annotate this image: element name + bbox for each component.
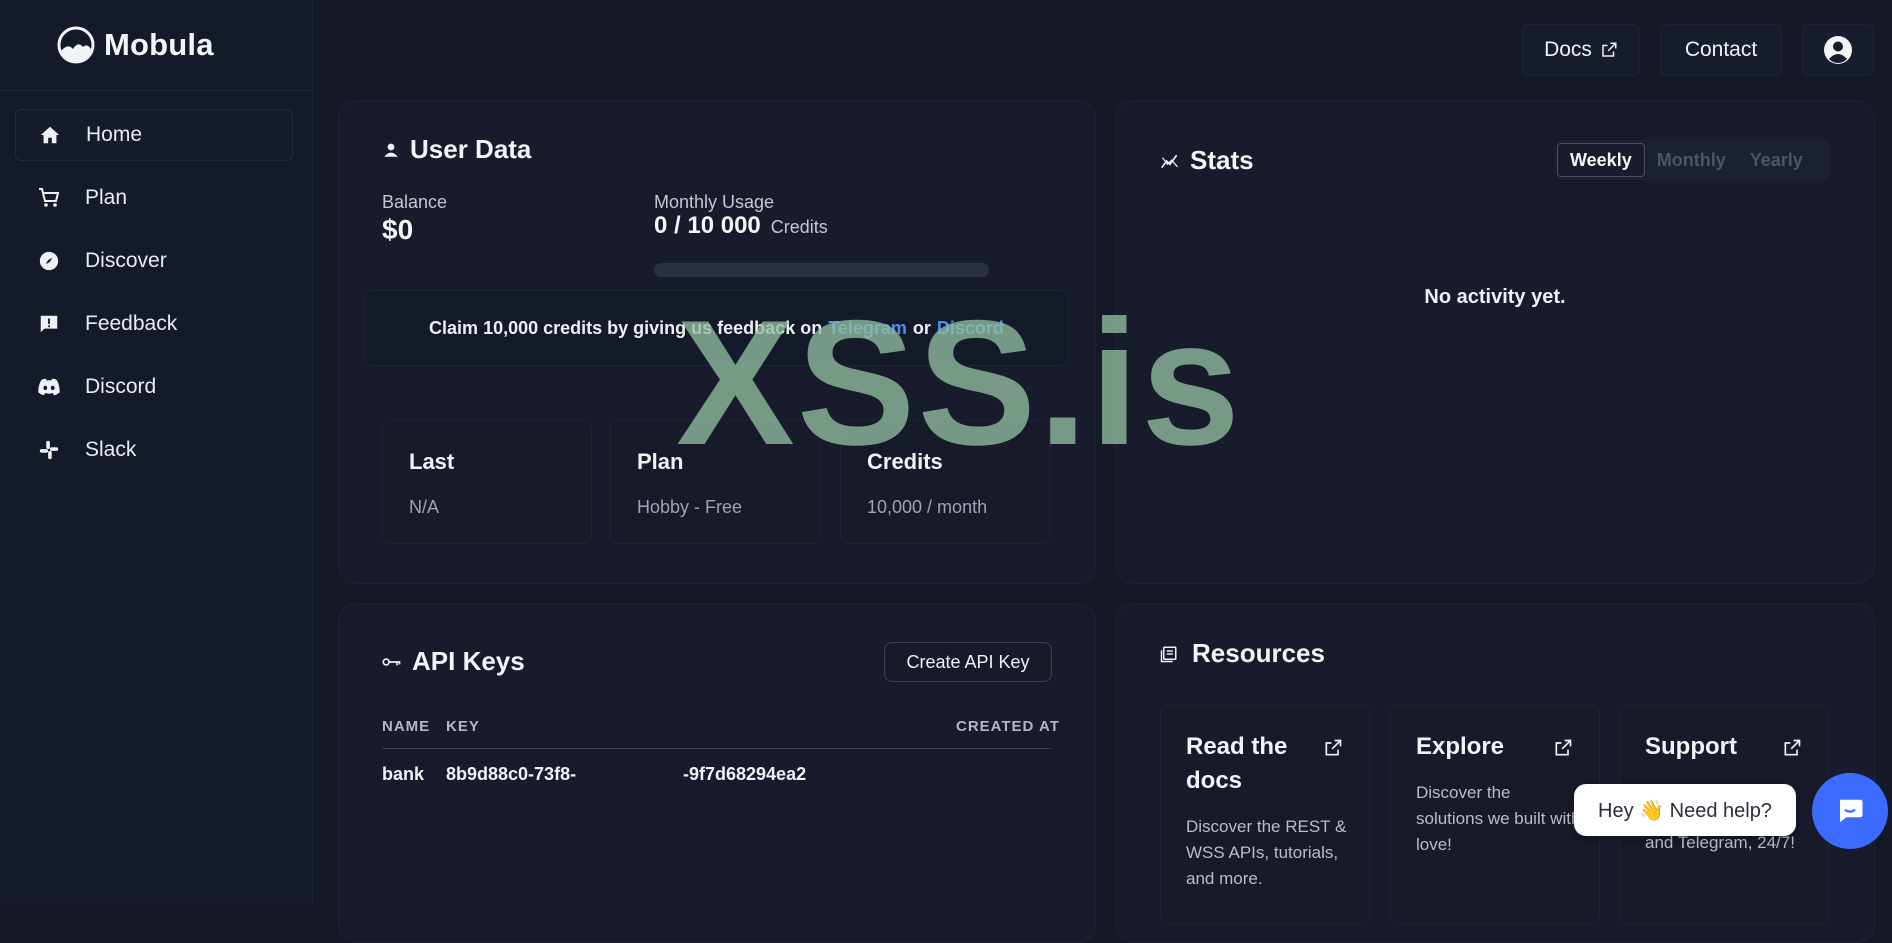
sidebar-item-label: Plan xyxy=(85,186,128,209)
slack-icon xyxy=(37,438,61,462)
balance-label: Balance xyxy=(382,192,448,212)
api-keys-title: API Keys xyxy=(382,646,525,677)
sidebar-item-label: Discord xyxy=(85,375,157,398)
person-icon xyxy=(384,143,398,157)
user-data-title: User Data xyxy=(382,134,531,165)
stat-box-value: N/A xyxy=(409,497,440,517)
usage-label: Monthly Usage xyxy=(654,192,775,212)
table-divider xyxy=(382,748,1052,749)
resource-description: Discover the REST & WSS APIs, tutorials,… xyxy=(1186,817,1347,888)
resource-description: Discover the solutions we built with lov… xyxy=(1416,783,1581,854)
usage-row: 0 / 10 000 Credits xyxy=(654,212,828,240)
sidebar-item-discover[interactable]: Discover xyxy=(15,235,293,287)
api-key-start-cell[interactable]: 8b9d88c0-73f8- xyxy=(446,764,576,785)
sidebar-item-label: Slack xyxy=(85,438,137,461)
sidebar-item-label: Home xyxy=(86,123,143,146)
compass-icon xyxy=(37,249,61,273)
tab-monthly[interactable]: Monthly xyxy=(1645,144,1738,176)
resource-explore[interactable]: Explore Discover the solutions we built … xyxy=(1390,705,1600,925)
usage-progress-bar xyxy=(654,263,989,277)
api-key-name-cell: bank xyxy=(382,764,425,784)
mobula-logo-icon xyxy=(57,26,95,64)
user-data-title-text: User Data xyxy=(410,134,532,164)
sidebar-item-label: Feedback xyxy=(85,312,178,335)
resource-title: Support xyxy=(1645,733,1737,760)
chat-greeting-bubble[interactable]: Hey 👋 Need help? xyxy=(1574,784,1796,836)
chart-line-icon xyxy=(1161,154,1178,168)
resource-read-docs[interactable]: Read the docs Discover the REST & WSS AP… xyxy=(1160,705,1370,925)
key-icon xyxy=(382,657,401,666)
watermark: XSS.is xyxy=(676,283,1243,482)
stat-box-value: Hobby - Free xyxy=(637,497,743,517)
stat-box-last: Last N/A xyxy=(382,420,592,544)
feedback-icon xyxy=(37,312,61,336)
tab-weekly[interactable]: Weekly xyxy=(1557,143,1645,177)
contact-button[interactable]: Contact xyxy=(1660,24,1782,76)
sidebar-item-slack[interactable]: Slack xyxy=(15,424,293,476)
discord-icon xyxy=(37,375,61,399)
external-link-icon xyxy=(1555,739,1572,756)
brand[interactable]: Mobula xyxy=(0,0,312,91)
contact-label: Contact xyxy=(1684,38,1758,61)
create-api-key-button[interactable]: Create API Key xyxy=(884,642,1052,682)
resources-title: Resources xyxy=(1160,638,1325,669)
resource-title: Explore xyxy=(1416,733,1505,760)
docs-button[interactable]: Docs xyxy=(1522,24,1640,76)
brand-name: Mobula xyxy=(104,27,214,62)
tab-yearly[interactable]: Yearly xyxy=(1738,144,1815,176)
column-header-key: KEY xyxy=(446,718,480,735)
home-icon xyxy=(38,123,62,147)
usage-value: 0 / 10 000 xyxy=(654,212,761,239)
book-icon xyxy=(1160,646,1177,662)
column-header-name: NAME xyxy=(382,718,431,735)
stats-period-tabs: Weekly Monthly Yearly xyxy=(1555,140,1830,180)
sidebar-item-home[interactable]: Home xyxy=(15,109,293,161)
stats-title-text: Stats xyxy=(1190,145,1254,175)
stats-title: Stats xyxy=(1160,145,1254,176)
stat-box-value: 10,000 / month xyxy=(867,497,988,517)
column-header-created-at: CREATED AT xyxy=(956,718,1060,735)
api-keys-title-text: API Keys xyxy=(412,646,525,676)
usage-unit: Credits xyxy=(770,217,828,237)
stat-box-title: Last xyxy=(409,449,455,474)
sidebar-item-label: Discover xyxy=(85,249,167,272)
api-key-end-cell[interactable]: -9f7d68294ea2 xyxy=(683,764,806,785)
chat-launcher-button[interactable] xyxy=(1812,773,1888,849)
sidebar-item-discord[interactable]: Discord xyxy=(15,361,293,413)
chat-icon xyxy=(1840,799,1863,823)
account-button[interactable] xyxy=(1802,24,1874,76)
sidebar-nav: Home Plan Discover Feedback Discord Slac… xyxy=(15,109,293,487)
sidebar: Mobula Home Plan Discover Feedback Disco… xyxy=(0,0,313,903)
external-link-icon xyxy=(1784,739,1801,756)
sidebar-item-plan[interactable]: Plan xyxy=(15,172,293,224)
sidebar-item-feedback[interactable]: Feedback xyxy=(15,298,293,350)
resource-title: Read the docs xyxy=(1186,733,1288,794)
docs-label: Docs xyxy=(1544,38,1592,61)
resources-title-text: Resources xyxy=(1192,638,1325,668)
balance-value: $0 xyxy=(382,214,414,245)
external-link-icon xyxy=(1602,42,1617,57)
user-avatar-icon xyxy=(1824,36,1852,64)
cart-icon xyxy=(37,186,61,210)
external-link-icon xyxy=(1325,739,1342,756)
